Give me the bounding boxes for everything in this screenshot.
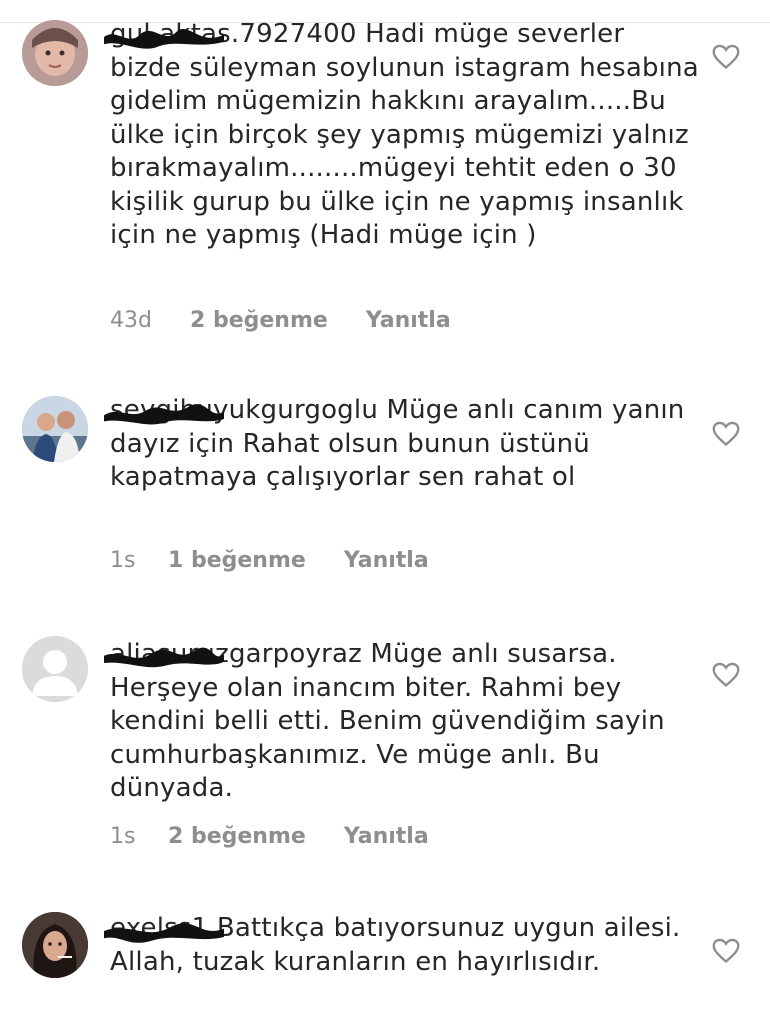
- avatar-photo-couple-icon: [22, 396, 88, 462]
- heart-icon[interactable]: [712, 662, 740, 688]
- comment-username[interactable]: aliasuruzgarpoyraz: [104, 639, 362, 669]
- likes-count-button[interactable]: 2 beğenme: [190, 308, 328, 333]
- avatar[interactable]: [22, 20, 88, 86]
- likes-count-button[interactable]: 2 beğenme: [168, 824, 306, 849]
- avatar-photo-child-icon: [22, 20, 88, 86]
- comment-text: aliasuruzgarpoyraz Müge anlı susarsa. He…: [104, 638, 700, 806]
- likes-count-button[interactable]: 1 beğenme: [168, 548, 306, 573]
- comment-meta: 43d 2 beğenme Yanıtla: [110, 308, 451, 333]
- comment-username[interactable]: gul.aktas.7927400: [104, 19, 357, 49]
- avatar[interactable]: [22, 636, 88, 702]
- default-avatar-icon: [22, 636, 88, 702]
- avatar-photo-woman-icon: [22, 912, 88, 978]
- comment-time: 1s: [110, 824, 136, 849]
- comment-username[interactable]: sevgibuyukgurgoglu: [104, 395, 378, 425]
- avatar[interactable]: [22, 396, 88, 462]
- comment-text: exelss1 Battıkça batıyorsunuz uygun aile…: [104, 912, 700, 979]
- reply-button[interactable]: Yanıtla: [344, 824, 429, 849]
- reply-button[interactable]: Yanıtla: [344, 548, 429, 573]
- comment-text: gul.aktas.7927400 Hadi müge severler biz…: [104, 18, 700, 253]
- comment-time: 1s: [110, 548, 136, 573]
- avatar[interactable]: [22, 912, 88, 978]
- comment-meta: 1s 1 beğenme Yanıtla: [110, 548, 429, 573]
- comment-meta: 1s 2 beğenme Yanıtla: [110, 824, 429, 849]
- heart-icon[interactable]: [712, 44, 740, 70]
- heart-icon[interactable]: [712, 938, 740, 964]
- comment-text: sevgibuyukgurgoglu Müge anlı canım yanın…: [104, 394, 700, 495]
- heart-icon[interactable]: [712, 421, 740, 447]
- reply-button[interactable]: Yanıtla: [366, 308, 451, 333]
- comment-username[interactable]: exelss1: [104, 913, 224, 943]
- comment-time: 43d: [110, 308, 152, 333]
